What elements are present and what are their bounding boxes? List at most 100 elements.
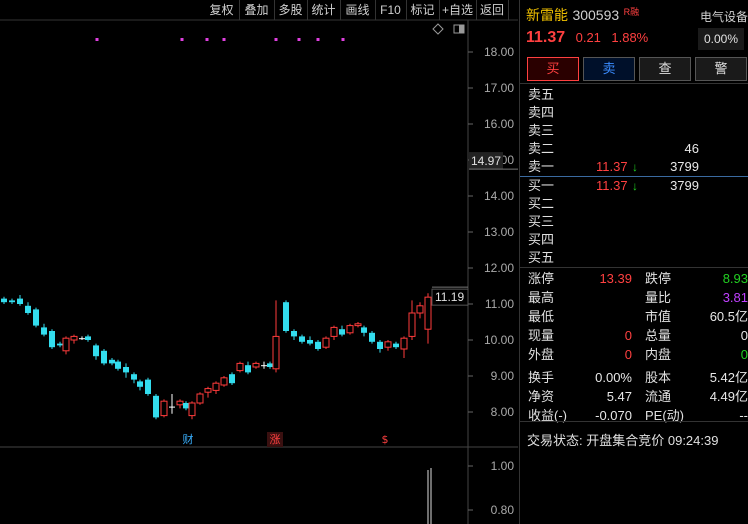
candle-body: [188, 402, 196, 417]
last-price: 11.37: [526, 29, 566, 46]
stat-label: 现量: [528, 328, 555, 343]
stat-value: 0: [740, 347, 748, 362]
book-volume: 3799: [670, 178, 699, 193]
candle-body: [169, 406, 175, 408]
candle-body: [62, 337, 70, 352]
candle-body: [93, 345, 99, 357]
event-label[interactable]: 涨: [270, 433, 281, 446]
candle-body: [109, 359, 115, 364]
stat-label: 市值: [645, 309, 672, 324]
signal-marker: [297, 38, 301, 41]
candle-body: [196, 393, 204, 404]
stat-value: [580, 308, 632, 326]
book-divider: [520, 176, 748, 177]
ask-row[interactable]: 卖四: [520, 104, 748, 122]
stat-value: 60.5亿: [709, 309, 748, 324]
price-tick-label: 9.00: [491, 369, 515, 383]
candle-body: [85, 336, 91, 340]
price-tick-label: 14.00: [484, 189, 514, 203]
stat-value: 0.00%: [595, 370, 632, 385]
signal-marker: [341, 38, 345, 41]
action-button-3[interactable]: 警: [695, 57, 747, 81]
candle-body: [322, 337, 330, 348]
down-arrow-icon: ↓: [632, 160, 638, 174]
event-label[interactable]: $: [382, 433, 389, 446]
stats-divider: [520, 267, 748, 268]
stat-value: [580, 289, 632, 307]
bid-row[interactable]: 买五: [520, 249, 748, 267]
ask-row[interactable]: 卖一 11.37 ↓ 3799: [520, 158, 748, 176]
kline-chart[interactable]: 18.0017.0016.0015.0014.0013.0012.0011.00…: [0, 0, 518, 524]
ask-row[interactable]: 卖三: [520, 122, 748, 140]
trading-status-value: 开盘集合竞价 09:24:39: [586, 433, 719, 448]
sector-change: 0.00%: [704, 32, 739, 46]
candle-body: [272, 335, 280, 370]
candle-body: [49, 331, 55, 348]
stat-label: 总量: [645, 328, 672, 343]
action-button-1[interactable]: 卖: [583, 57, 635, 81]
book-label: 买四: [528, 232, 555, 247]
cursor-price-text: 14.97: [471, 154, 501, 168]
stat-label: 跌停: [645, 271, 672, 286]
stat-label: 外盘: [528, 347, 555, 362]
signal-marker: [205, 38, 209, 41]
trading-status-label: 交易状态:: [527, 433, 583, 448]
candle-body: [330, 326, 338, 337]
price-change-pct: 1.88%: [611, 30, 649, 45]
ask-row[interactable]: 卖二 46: [520, 140, 748, 158]
candle-body: [57, 343, 63, 346]
stock-code: 300593: [572, 7, 620, 23]
stat-value: 5.47: [606, 389, 632, 404]
candle-body: [183, 403, 189, 409]
book-label: 买三: [528, 214, 555, 229]
stat-label: 收益(-): [528, 408, 567, 423]
candle-body: [245, 365, 251, 373]
volume-tick-label: 1.00: [491, 459, 515, 473]
action-button-0[interactable]: 买: [527, 57, 579, 81]
candle-body: [229, 374, 235, 384]
stat-label: 净资: [528, 389, 555, 404]
book-label: 买一: [528, 178, 555, 193]
bid-row[interactable]: 买二: [520, 195, 748, 213]
price-tick-label: 8.00: [491, 405, 515, 419]
stat-label: 最高: [528, 290, 555, 305]
price-tick-label: 18.00: [484, 45, 514, 59]
stat-label: 最低: [528, 309, 555, 324]
candle-body: [131, 374, 137, 380]
candle-body: [252, 362, 260, 368]
bid-row[interactable]: 买三: [520, 213, 748, 231]
volume-tick-label: 0.80: [491, 503, 515, 517]
diamond-icon[interactable]: [432, 23, 444, 35]
signal-marker: [222, 38, 226, 41]
book-label: 卖二: [528, 141, 555, 156]
stat-label: 内盘: [645, 347, 672, 362]
stock-name: 新雷能: [526, 7, 568, 23]
stat-value: 13.39: [599, 271, 632, 286]
candle-body: [17, 298, 23, 304]
bid-row[interactable]: 买四: [520, 231, 748, 249]
candle-body: [212, 382, 220, 391]
action-button-2[interactable]: 查: [639, 57, 691, 81]
signal-marker: [180, 38, 184, 41]
book-label: 卖四: [528, 105, 555, 120]
stat-value: 4.49亿: [709, 389, 748, 404]
candle-body: [79, 338, 85, 340]
candle-body: [160, 400, 168, 417]
candle-body: [115, 361, 121, 369]
candle-body: [41, 327, 47, 335]
price-tick-label: 10.00: [484, 333, 514, 347]
bid-row[interactable]: 买一 11.37 ↓ 3799: [520, 177, 748, 195]
candle-body: [236, 362, 244, 372]
book-label: 买五: [528, 250, 555, 265]
candle-body: [291, 331, 297, 337]
event-label[interactable]: 财: [183, 432, 194, 446]
candle-body: [176, 400, 184, 406]
sector-name[interactable]: 电气设备: [700, 8, 748, 25]
signal-marker: [274, 38, 278, 41]
price-tick-label: 11.00: [485, 297, 514, 311]
ask-row[interactable]: 卖五: [520, 86, 748, 104]
candle-body: [416, 305, 424, 314]
book-label: 买二: [528, 196, 555, 211]
candle-body: [33, 309, 39, 326]
candle-body: [361, 327, 367, 333]
